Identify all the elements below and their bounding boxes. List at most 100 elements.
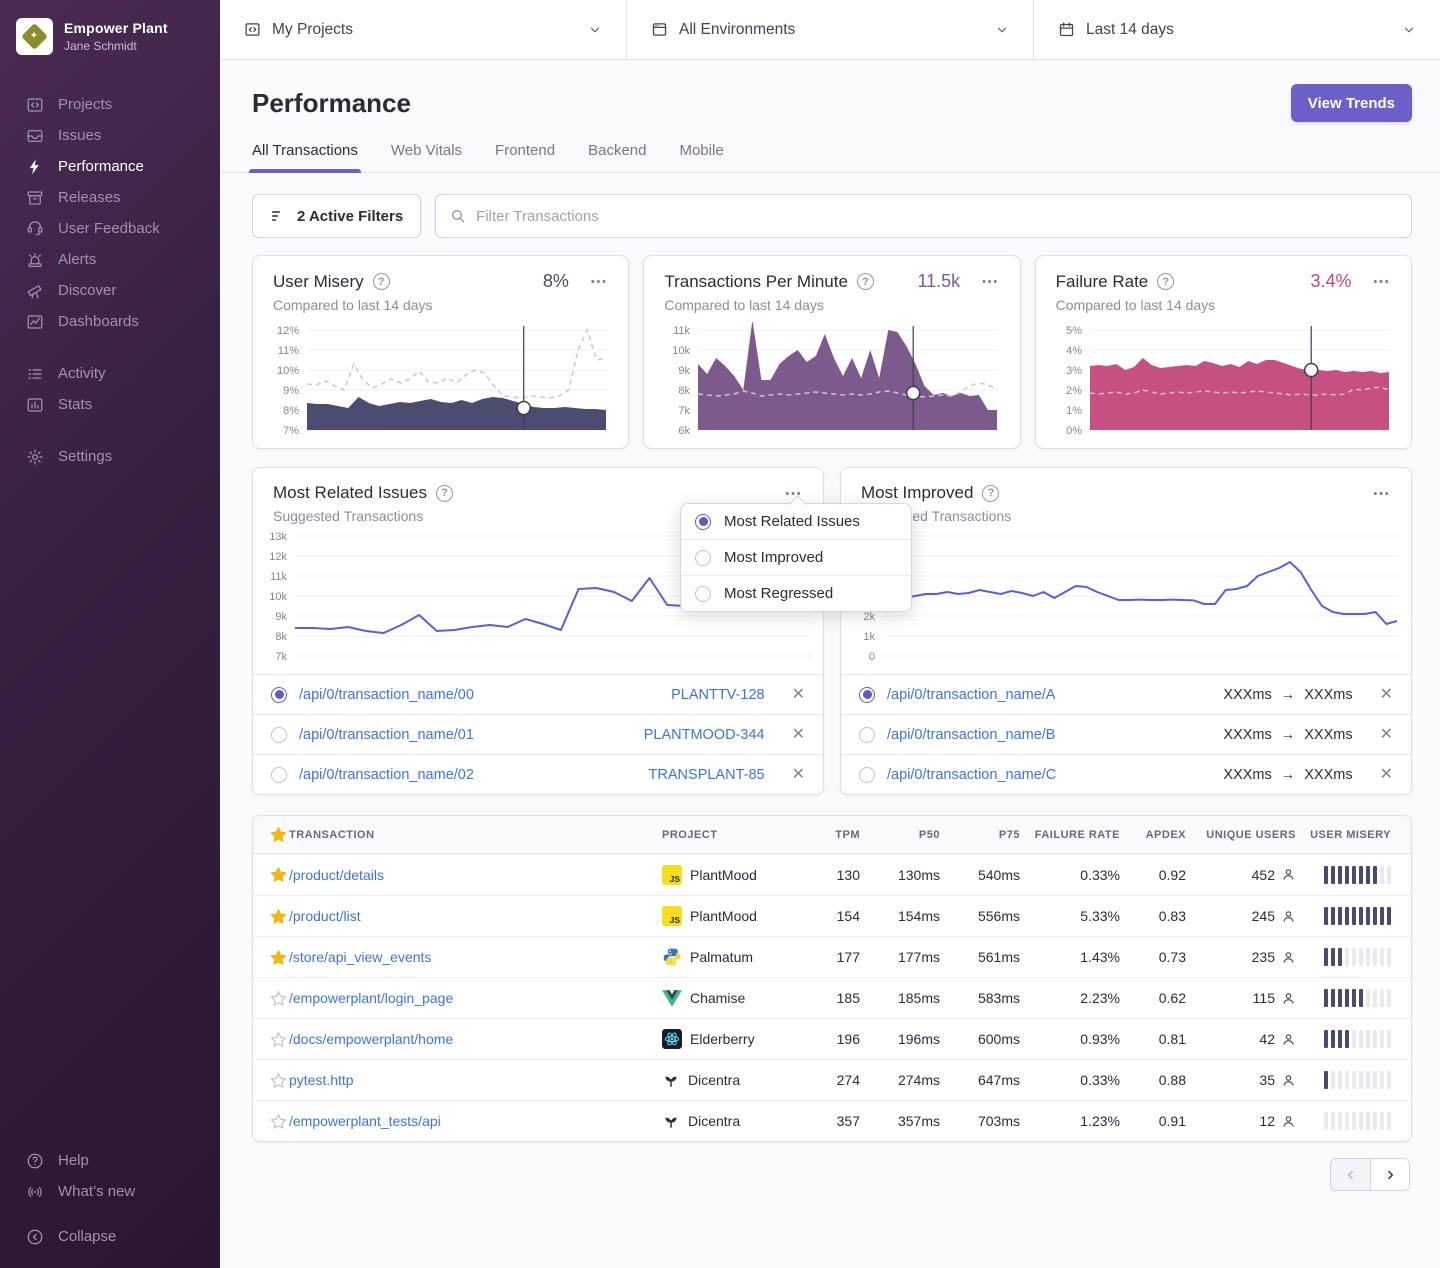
- transaction-link[interactable]: /product/details: [289, 867, 662, 883]
- sidebar-item-stats[interactable]: Stats: [0, 389, 220, 420]
- star-toggle[interactable]: [253, 1031, 289, 1048]
- menu-option-most-regressed[interactable]: Most Regressed: [681, 575, 911, 611]
- radio-button[interactable]: [271, 767, 287, 783]
- star-toggle[interactable]: [253, 866, 289, 883]
- transaction-link[interactable]: /docs/empowerplant/home: [289, 1031, 662, 1047]
- star-toggle[interactable]: [253, 990, 289, 1007]
- radio-button[interactable]: [859, 687, 875, 703]
- card-menu-button[interactable]: ⋯: [981, 273, 1000, 290]
- sidebar-item-alerts[interactable]: Alerts: [0, 244, 220, 275]
- user-misery-chart[interactable]: 12%11%10%9%8%7%: [273, 322, 608, 436]
- issue-link[interactable]: TRANSPLANT-85: [649, 767, 765, 783]
- tab-all-transactions[interactable]: All Transactions: [252, 142, 358, 172]
- sidebar-item-issues[interactable]: Issues: [0, 120, 220, 151]
- user-icon: [1281, 991, 1296, 1006]
- column-header-failure-rate[interactable]: FAILURE RATE: [1020, 829, 1120, 841]
- list-item: /api/0/transaction_name/B XXXms→XXXms ✕: [841, 714, 1411, 754]
- sidebar-item-help[interactable]: Help: [0, 1145, 220, 1176]
- tab-frontend[interactable]: Frontend: [495, 142, 555, 172]
- list-item: /api/0/transaction_name/C XXXms→XXXms ✕: [841, 754, 1411, 794]
- transaction-link[interactable]: /api/0/transaction_name/01: [299, 727, 632, 743]
- star-toggle[interactable]: [253, 908, 289, 925]
- releases-icon: [26, 189, 44, 207]
- radio-button[interactable]: [271, 727, 287, 743]
- environment-filter-dropdown[interactable]: All Environments: [626, 0, 1033, 59]
- date-range-dropdown[interactable]: Last 14 days: [1033, 0, 1440, 59]
- card-menu-button[interactable]: ⋯: [1373, 485, 1392, 502]
- column-header-unique-users[interactable]: UNIQUE USERS: [1186, 829, 1296, 841]
- failure-rate-chart[interactable]: 5%4%3%2%1%0%: [1056, 322, 1391, 436]
- view-trends-button[interactable]: View Trends: [1291, 84, 1412, 122]
- transaction-link[interactable]: /api/0/transaction_name/B: [887, 727, 1211, 743]
- close-icon[interactable]: ✕: [792, 687, 805, 703]
- card-menu-button[interactable]: ⋯: [1373, 273, 1392, 290]
- close-icon[interactable]: ✕: [792, 727, 805, 743]
- search-input[interactable]: [476, 208, 1397, 225]
- transaction-link[interactable]: /product/list: [289, 908, 662, 924]
- star-column-header[interactable]: [253, 826, 289, 843]
- sidebar-item-settings[interactable]: Settings: [0, 441, 220, 472]
- column-header-project[interactable]: PROJECT: [662, 829, 802, 841]
- sidebar-collapse-button[interactable]: Collapse: [0, 1221, 220, 1252]
- help-circle-icon[interactable]: ?: [436, 485, 453, 502]
- transaction-link[interactable]: /api/0/transaction_name/A: [887, 687, 1211, 703]
- failure-rate-card: Failure Rate ? 3.4% ⋯ Compared to last 1…: [1035, 255, 1412, 449]
- tab-mobile[interactable]: Mobile: [679, 142, 723, 172]
- help-circle-icon[interactable]: ?: [1157, 273, 1174, 290]
- active-filters-button[interactable]: 2 Active Filters: [252, 194, 421, 238]
- close-icon[interactable]: ✕: [1380, 767, 1393, 783]
- next-page-button[interactable]: [1370, 1159, 1409, 1190]
- sidebar-item-releases[interactable]: Releases: [0, 182, 220, 213]
- transaction-link[interactable]: /api/0/transaction_name/00: [299, 687, 659, 703]
- tab-backend[interactable]: Backend: [588, 142, 646, 172]
- close-icon[interactable]: ✕: [1380, 687, 1393, 703]
- issue-link[interactable]: PLANTMOOD-344: [644, 727, 765, 743]
- previous-page-button[interactable]: [1331, 1159, 1370, 1190]
- help-circle-icon[interactable]: ?: [373, 273, 390, 290]
- most-improved-chart[interactable]: 6k5k4k3k2k1k0: [849, 532, 1399, 664]
- project-name: Dicentra: [688, 1072, 740, 1088]
- org-switcher[interactable]: ✦ Empower Plant Jane Schmidt: [0, 14, 220, 59]
- star-toggle[interactable]: [253, 949, 289, 966]
- sidebar-item-discover[interactable]: Discover: [0, 275, 220, 306]
- help-circle-icon[interactable]: ?: [982, 485, 999, 502]
- sidebar-item-dashboards[interactable]: Dashboards: [0, 306, 220, 337]
- sidebar-item-projects[interactable]: Projects: [0, 89, 220, 120]
- menu-option-most-related-issues[interactable]: Most Related Issues: [681, 504, 911, 539]
- sidebar-item-whats-new[interactable]: What’s new: [0, 1176, 220, 1207]
- transaction-link[interactable]: /empowerplant/login_page: [289, 990, 662, 1006]
- transaction-link[interactable]: /store/api_view_events: [289, 949, 662, 965]
- star-toggle[interactable]: [253, 1072, 289, 1089]
- sidebar-item-user-feedback[interactable]: User Feedback: [0, 213, 220, 244]
- transaction-link[interactable]: /api/0/transaction_name/02: [299, 767, 637, 783]
- svg-text:1%: 1%: [1066, 405, 1082, 417]
- page-filter-bar: My Projects All Environments Last 14 day…: [220, 0, 1440, 60]
- transaction-link[interactable]: /api/0/transaction_name/C: [887, 767, 1211, 783]
- column-header-tpm[interactable]: TPM: [802, 829, 860, 841]
- sidebar-item-performance[interactable]: Performance: [0, 151, 220, 182]
- column-header-apdex[interactable]: APDEX: [1120, 829, 1186, 841]
- close-icon[interactable]: ✕: [1380, 727, 1393, 743]
- tab-web-vitals[interactable]: Web Vitals: [391, 142, 462, 172]
- column-header-p75[interactable]: P75: [940, 829, 1020, 841]
- column-header-transaction[interactable]: TRANSACTION: [289, 829, 662, 841]
- table-row: /store/api_view_events Palmatum 177 177m…: [253, 936, 1411, 977]
- sidebar-item-activity[interactable]: Activity: [0, 358, 220, 389]
- project-filter-dropdown[interactable]: My Projects: [220, 0, 626, 59]
- transaction-link[interactable]: /empowerplant_tests/api: [289, 1113, 662, 1129]
- column-header-p50[interactable]: P50: [860, 829, 940, 841]
- radio-button[interactable]: [859, 727, 875, 743]
- star-toggle[interactable]: [253, 1113, 289, 1130]
- menu-option-most-improved[interactable]: Most Improved: [681, 539, 911, 575]
- column-header-user-misery[interactable]: USER MISERY: [1296, 829, 1411, 841]
- card-menu-button[interactable]: ⋯: [590, 273, 609, 290]
- help-circle-icon[interactable]: ?: [857, 273, 874, 290]
- issue-link[interactable]: PLANTTV-128: [671, 687, 765, 703]
- radio-button[interactable]: [859, 767, 875, 783]
- environment-filter-label: All Environments: [679, 21, 795, 39]
- chevron-down-icon: [995, 23, 1009, 37]
- transaction-link[interactable]: pytest.http: [289, 1072, 662, 1088]
- radio-button[interactable]: [271, 687, 287, 703]
- close-icon[interactable]: ✕: [792, 767, 805, 783]
- tpm-chart[interactable]: 11k10k9k8k7k6k: [664, 322, 999, 436]
